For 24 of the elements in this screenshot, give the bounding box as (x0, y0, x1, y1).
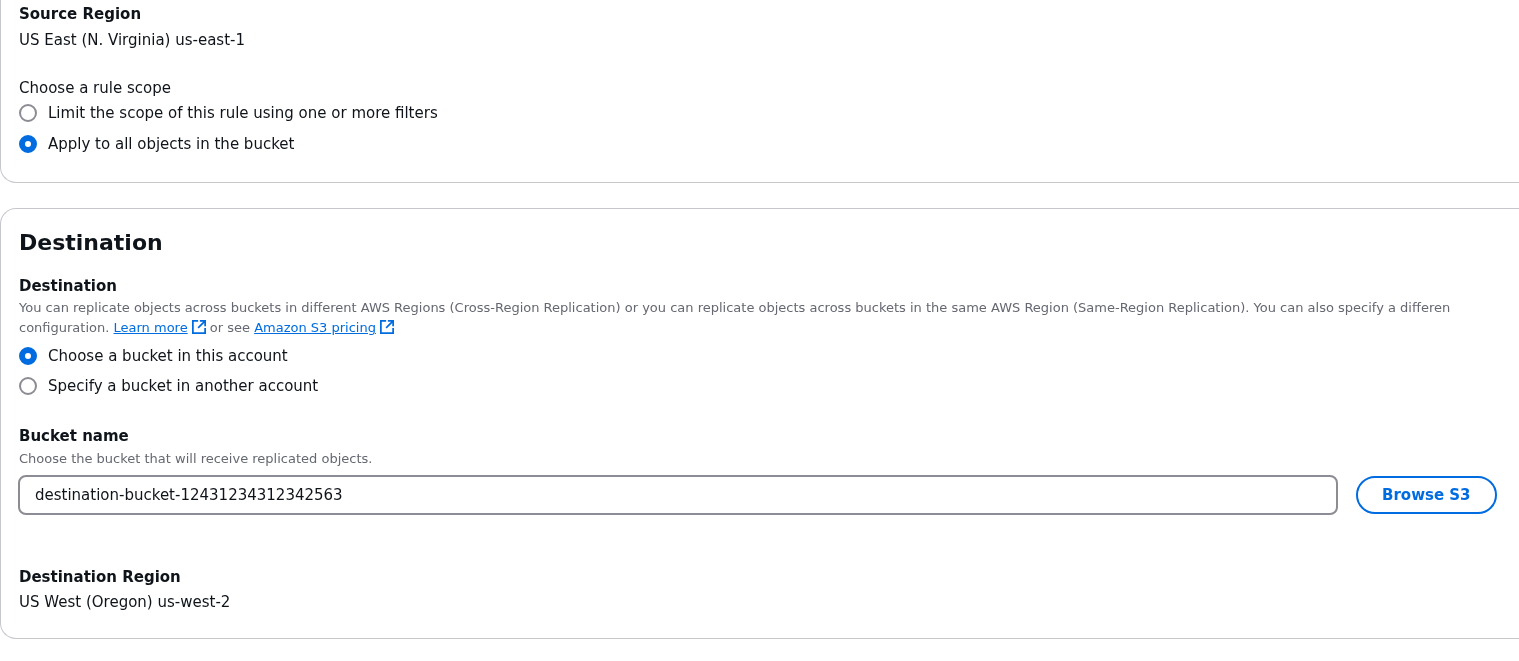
radio-button[interactable] (19, 103, 37, 122)
destination-label: Destination (19, 276, 118, 297)
radio-button[interactable] (19, 347, 37, 365)
external-link-icon (379, 320, 394, 334)
radio-button[interactable] (19, 377, 37, 395)
destination-region-label: Destination Region (19, 567, 182, 588)
radio-option-label[interactable]: Specify a bucket in another account (48, 375, 319, 397)
external-link[interactable]: Amazon S3 pricing (254, 320, 394, 335)
bucket-name-input[interactable]: destination-bucket-12431234312342563 (18, 475, 1338, 515)
rule-scope-label: Choose a rule scope (19, 78, 172, 98)
radio-option-label[interactable]: Limit the scope of this rule using one or more filters (48, 101, 438, 124)
bucket-name-hint: Choose the bucket that will receive replicated objects. (19, 450, 374, 468)
external-link[interactable]: Learn more (113, 320, 206, 335)
source-region-label: Source Region (19, 4, 143, 25)
external-link-icon (191, 320, 206, 334)
field-description: You can replicate objects across buckets in different AWS Regions (Cross-Region Replication) or you can replicate objects across buckets in the same AWS Region (Same-Region Replication). You can also specify a differen configuration. Learn more or see Amazon S3 pricing (19, 299, 1451, 337)
browse-button[interactable]: Browse S3 (1356, 476, 1497, 514)
destination-region-value: US West (Oregon) us-west-2 (19, 592, 232, 613)
radio-button[interactable] (19, 134, 37, 153)
bucket-name-label: Bucket name (19, 426, 130, 447)
radio-option-label[interactable]: Choose a bucket in this account (48, 345, 288, 367)
radio-option-label[interactable]: Apply to all objects in the bucket (48, 132, 295, 155)
source-region-value: US East (N. Virginia) us-east-1 (19, 30, 246, 51)
section-heading: Destination (19, 229, 164, 257)
